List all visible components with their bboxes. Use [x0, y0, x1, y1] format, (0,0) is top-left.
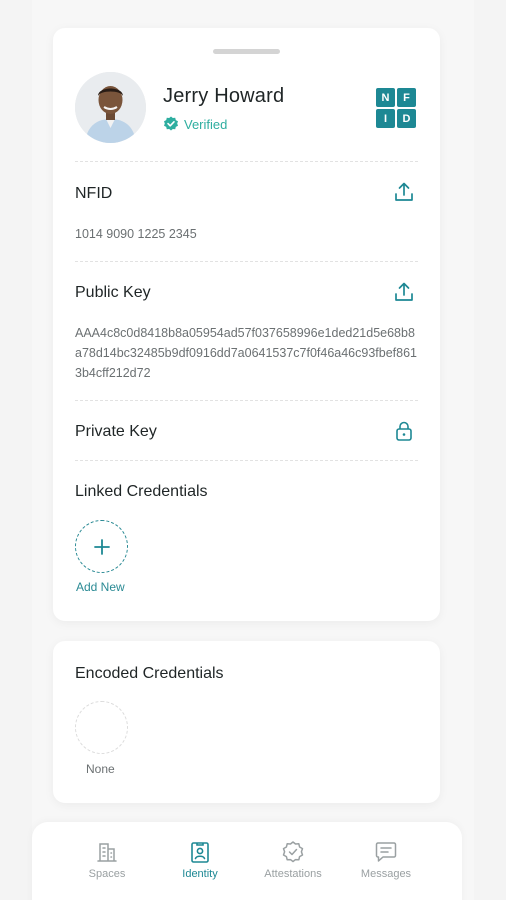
public-key-value: AAA4c8c0d8418b8a05954ad57f037658996e1ded…: [75, 326, 417, 380]
divider: [75, 400, 418, 401]
badge-check-icon: [282, 841, 304, 863]
plus-icon: [93, 538, 110, 555]
message-icon: [375, 842, 397, 862]
verified-check-icon: [164, 116, 178, 131]
tab-label: Spaces: [88, 868, 126, 880]
divider: [75, 161, 418, 162]
tab-label: Messages: [360, 868, 412, 880]
nfid-value: 1014 9090 1225 2345: [75, 227, 197, 241]
drag-handle[interactable]: [213, 49, 280, 54]
private-key-lock-button[interactable]: [391, 418, 417, 444]
nfid-logo: N F I D: [376, 88, 416, 128]
logo-letter: I: [376, 109, 395, 128]
share-icon: [395, 282, 413, 301]
share-nfid-button[interactable]: [391, 179, 417, 205]
linked-credentials-label: Linked Credentials: [75, 483, 208, 500]
private-key-label: Private Key: [75, 423, 157, 440]
id-badge-icon: [191, 842, 209, 863]
tab-identity[interactable]: Identity: [155, 840, 245, 880]
nfid-label: NFID: [75, 185, 113, 202]
verified-label: Verified: [184, 116, 228, 132]
tab-label: Identity: [182, 868, 218, 880]
none-label: None: [86, 762, 115, 776]
avatar: [75, 72, 146, 143]
add-credential-button[interactable]: [75, 520, 128, 573]
public-key-label: Public Key: [75, 284, 151, 301]
tab-attestations[interactable]: Attestations: [248, 840, 338, 880]
share-icon: [395, 182, 413, 201]
encoded-credentials-card: Encoded Credentials None: [53, 641, 440, 803]
divider: [75, 460, 418, 461]
logo-letter: D: [397, 109, 416, 128]
identity-card: Jerry Howard Verified N F I D NFID 1014 …: [53, 28, 440, 621]
tab-spaces[interactable]: Spaces: [62, 840, 152, 880]
tab-label: Attestations: [264, 868, 322, 880]
building-icon: [97, 843, 117, 862]
bottom-tab-bar: Spaces Identity Attestations Messages: [32, 822, 462, 900]
profile-name: Jerry Howard: [163, 85, 285, 107]
encoded-credentials-label: Encoded Credentials: [75, 665, 224, 682]
divider: [75, 261, 418, 262]
tab-messages[interactable]: Messages: [341, 840, 431, 880]
lock-icon: [396, 421, 412, 441]
share-public-key-button[interactable]: [391, 279, 417, 305]
empty-credential-placeholder: [75, 701, 128, 754]
logo-letter: F: [397, 88, 416, 107]
verified-status: Verified: [163, 116, 227, 132]
add-new-label[interactable]: Add New: [76, 580, 125, 594]
logo-letter: N: [376, 88, 395, 107]
